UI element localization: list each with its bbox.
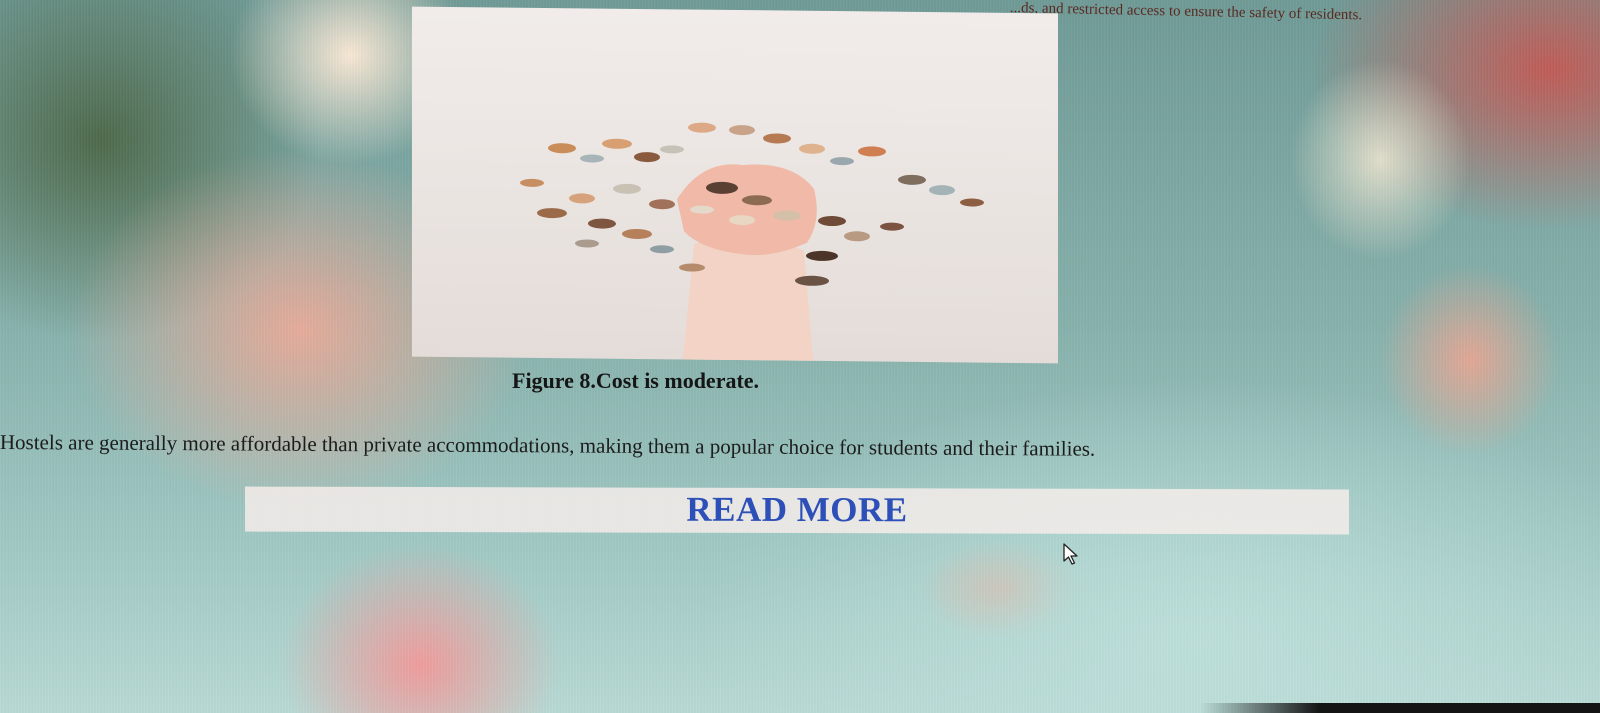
figure-caption: Figure 8.Cost is moderate.	[512, 368, 760, 393]
coins-hand-illustration	[520, 122, 984, 364]
arrow-cursor-icon	[1063, 543, 1078, 565]
read-more-bar[interactable]: READ MORE	[245, 486, 1349, 535]
previous-paragraph-tail: ...ds, and restricted access to ensure t…	[1009, 0, 1363, 24]
read-more-link[interactable]: READ MORE	[245, 489, 1349, 532]
body-paragraph: Hostels are generally more affordable th…	[0, 430, 1096, 461]
arm-shape	[682, 237, 814, 364]
screen-bezel-edge	[1200, 703, 1600, 713]
figure-image-coins-hand	[412, 6, 1058, 364]
